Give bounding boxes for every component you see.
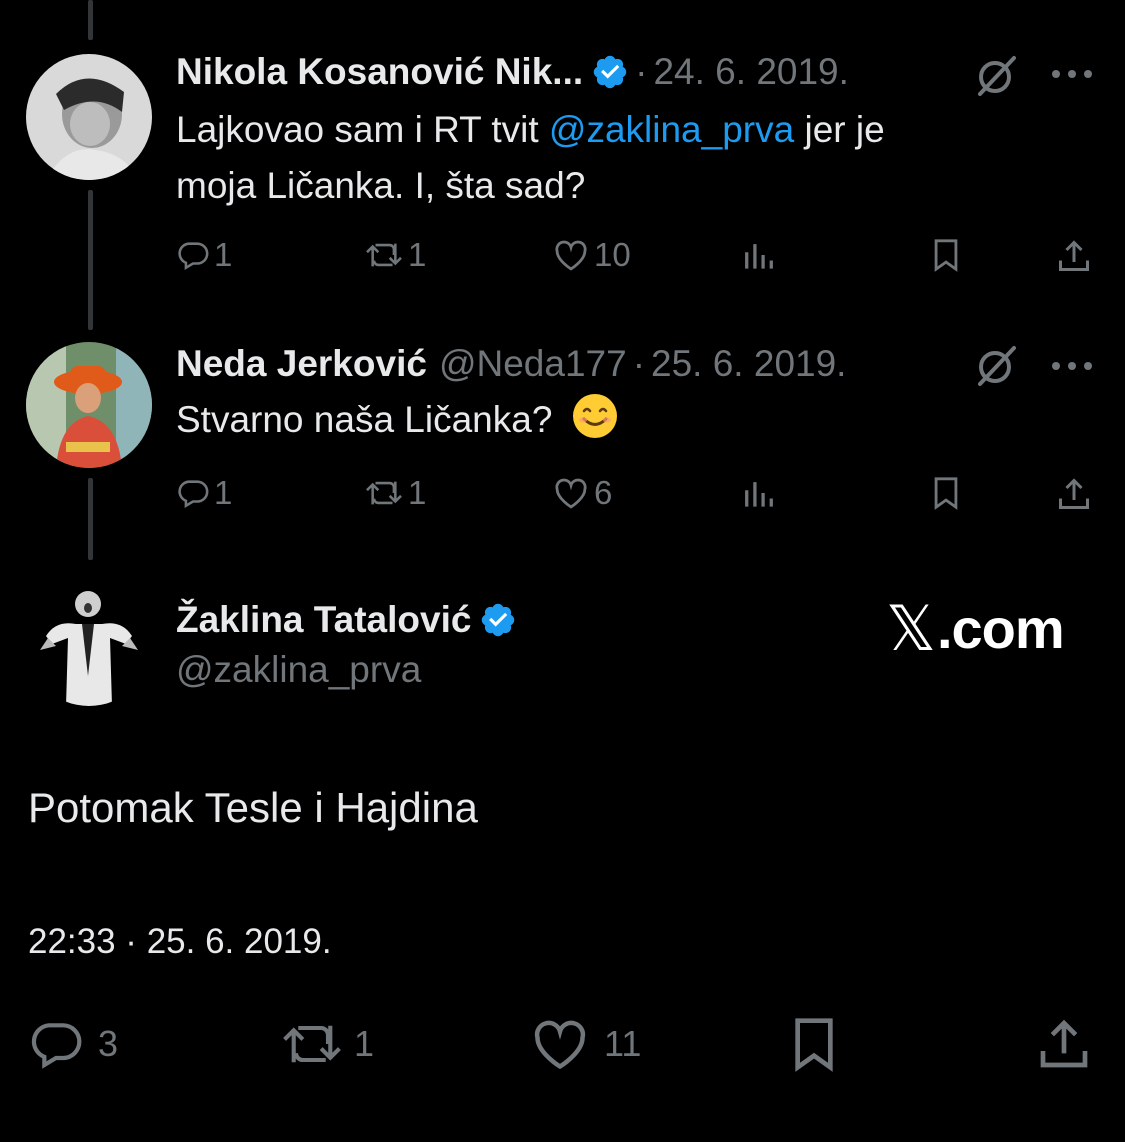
x-logo-icon: 𝕏 [886, 592, 936, 665]
thread-line-2 [88, 478, 93, 560]
thread-line-1 [88, 190, 93, 330]
main-tweet-header: Žaklina Tatalović [176, 598, 517, 642]
retweet-count: 1 [408, 236, 427, 273]
bookmark-icon [934, 239, 958, 272]
reply-button[interactable]: 3 [28, 1016, 118, 1072]
retweet-button[interactable]: 1 [280, 1016, 374, 1072]
bookmark-button[interactable] [788, 1016, 840, 1072]
reply-2-text-content: Stvarno naša Ličanka? [176, 399, 553, 440]
verified-badge-icon [482, 603, 515, 637]
reply-1-actions: 1 1 10 [176, 232, 1096, 282]
main-tweet-actions: 3 1 11 [28, 1014, 1098, 1074]
bookmark-icon [795, 1018, 833, 1072]
like-button[interactable]: 10 [552, 236, 631, 274]
reply-2-date[interactable]: 25. 6. 2019. [651, 342, 846, 386]
reply-button[interactable]: 1 [176, 474, 232, 512]
reply-icon [178, 480, 209, 509]
retweet-button[interactable]: 1 [364, 236, 426, 274]
brand-logo: 𝕏 .com [886, 592, 1065, 665]
views-button[interactable] [742, 240, 776, 270]
smiling-face-emoji [572, 394, 617, 438]
retweet-count: 1 [408, 474, 427, 511]
reply-count: 1 [214, 236, 233, 273]
share-icon [1059, 240, 1089, 271]
views-icon [745, 482, 773, 507]
reply-icon [31, 1023, 82, 1069]
reply-icon [178, 242, 209, 271]
reply-2-header: Neda Jerković @Neda177 · 25. 6. 2019. [176, 342, 846, 386]
bookmark-button[interactable] [930, 476, 962, 510]
share-button[interactable] [1056, 238, 1092, 274]
reply-1-header: Nikola Kosanović Nik... · 24. 6. 2019. [176, 50, 849, 94]
heart-icon [534, 1020, 586, 1070]
reply-1-text-part: Lajkovao sam i RT tvit [176, 109, 549, 150]
reply-count: 3 [98, 1023, 119, 1064]
main-author-handle[interactable]: @zaklina_prva [176, 648, 421, 692]
grok-icon[interactable] [972, 52, 1020, 100]
avatar-zaklina[interactable] [26, 580, 152, 706]
main-author-name[interactable]: Žaklina Tatalović [176, 598, 471, 642]
main-tweet-timestamp[interactable]: 22:33 · 25. 6. 2019. [28, 914, 332, 970]
like-button[interactable]: 11 [530, 1016, 641, 1072]
retweet-button[interactable]: 1 [364, 474, 426, 512]
reply-2-text: Stvarno naša Ličanka? [176, 392, 619, 448]
reply-1-text: Lajkovao sam i RT tvit @zaklina_prva jer… [176, 102, 885, 214]
heart-icon [555, 240, 587, 271]
views-icon [745, 244, 773, 269]
like-count: 11 [604, 1023, 642, 1064]
reply-2-actions: 1 1 6 [176, 470, 1096, 520]
share-button[interactable] [1036, 1016, 1092, 1072]
share-icon [1040, 1019, 1088, 1068]
like-button[interactable]: 6 [552, 474, 612, 512]
views-button[interactable] [742, 478, 776, 508]
reply-1-text-line2: moja Ličanka. I, šta sad? [176, 165, 586, 206]
reply-2-author-name[interactable]: Neda Jerković [176, 342, 427, 386]
reply-1-author-name[interactable]: Nikola Kosanović Nik... [176, 50, 583, 94]
retweet-icon [366, 243, 402, 267]
retweet-icon [366, 481, 402, 505]
main-tweet-text: Potomak Tesle i Hajdina [28, 784, 478, 831]
reply-1-text-part: jer je [794, 109, 885, 150]
share-button[interactable] [1056, 476, 1092, 512]
verified-badge-icon [593, 55, 627, 89]
like-count: 6 [594, 474, 613, 511]
separator-dot: · [635, 51, 648, 92]
reply-count: 1 [214, 474, 233, 511]
bookmark-button[interactable] [930, 238, 962, 272]
more-options-icon[interactable] [1050, 358, 1094, 374]
reply-1-date[interactable]: 24. 6. 2019. [653, 50, 848, 94]
reply-button[interactable]: 1 [176, 236, 232, 274]
thread-line-top [88, 0, 93, 40]
heart-icon [555, 478, 587, 509]
reply-2-handle[interactable]: @Neda177 [439, 342, 627, 386]
retweet-icon [283, 1025, 341, 1063]
retweet-count: 1 [354, 1023, 375, 1064]
grok-icon[interactable] [972, 342, 1020, 390]
more-options-icon[interactable] [1050, 66, 1094, 82]
separator-dot: · [632, 343, 646, 384]
avatar-neda[interactable] [26, 342, 152, 468]
mention-link[interactable]: @zaklina_prva [549, 109, 794, 150]
like-count: 10 [594, 236, 631, 273]
bookmark-icon [934, 477, 958, 510]
share-icon [1059, 478, 1089, 509]
brand-suffix: .com [936, 597, 1065, 660]
avatar-nikola[interactable] [26, 54, 152, 180]
